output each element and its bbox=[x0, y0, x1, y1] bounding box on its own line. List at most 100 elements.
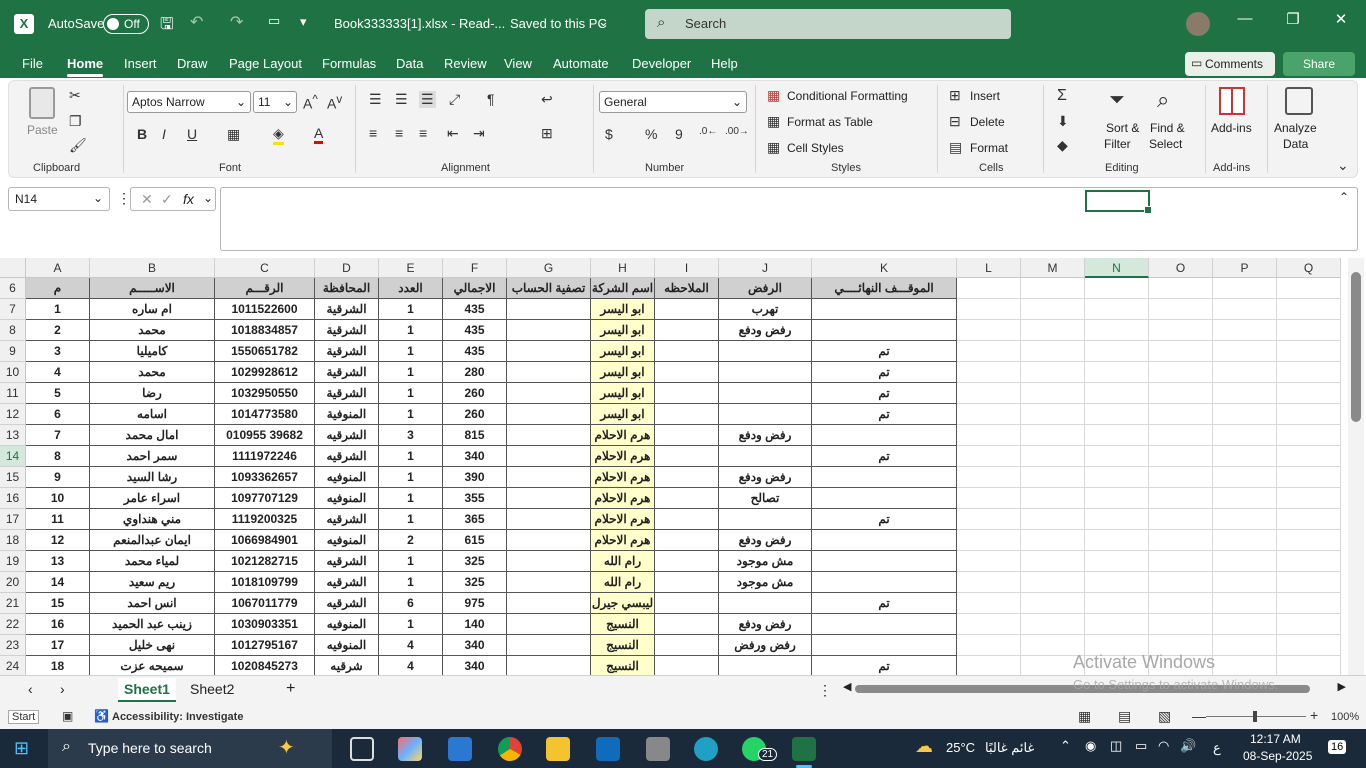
cell-H23[interactable]: النسيج bbox=[591, 635, 655, 656]
analyze-data-button[interactable]: Analyze bbox=[1274, 121, 1317, 135]
menu-page-layout[interactable]: Page Layout bbox=[229, 56, 302, 71]
cell-Q6[interactable] bbox=[1277, 278, 1341, 299]
cell-P16[interactable] bbox=[1213, 488, 1277, 509]
cell-E12[interactable]: 1 bbox=[379, 404, 443, 425]
cell-K24[interactable]: تم bbox=[812, 656, 957, 675]
cell-F12[interactable]: 260 bbox=[443, 404, 507, 425]
autosave-toggle[interactable]: Off bbox=[103, 14, 149, 34]
language-indicator[interactable]: ع bbox=[1213, 740, 1221, 756]
paste-label[interactable]: Paste bbox=[27, 123, 58, 137]
cell-K10[interactable]: تم bbox=[812, 362, 957, 383]
cell-E10[interactable]: 1 bbox=[379, 362, 443, 383]
cell-styles-button[interactable]: Cell Styles bbox=[787, 141, 844, 155]
cell-I16[interactable] bbox=[655, 488, 719, 509]
cell-O14[interactable] bbox=[1149, 446, 1213, 467]
cell-E22[interactable]: 1 bbox=[379, 614, 443, 635]
cell-M11[interactable] bbox=[1021, 383, 1085, 404]
cell-C17[interactable]: 1119200325 bbox=[215, 509, 315, 530]
find-select-button-2[interactable]: Select bbox=[1149, 137, 1182, 151]
cell-E16[interactable]: 1 bbox=[379, 488, 443, 509]
cell-O15[interactable] bbox=[1149, 467, 1213, 488]
menu-data[interactable]: Data bbox=[396, 56, 423, 71]
cell-M17[interactable] bbox=[1021, 509, 1085, 530]
cell-O18[interactable] bbox=[1149, 530, 1213, 551]
cell-N13[interactable] bbox=[1085, 425, 1149, 446]
search-box[interactable]: ⌕ Search bbox=[645, 9, 1011, 39]
cell-F8[interactable]: 435 bbox=[443, 320, 507, 341]
format-as-table-button[interactable]: Format as Table bbox=[787, 115, 873, 129]
cell-K11[interactable]: تم bbox=[812, 383, 957, 404]
page-break-view-icon[interactable]: ▧ bbox=[1158, 708, 1171, 725]
cell-N21[interactable] bbox=[1085, 593, 1149, 614]
cell-N9[interactable] bbox=[1085, 341, 1149, 362]
row-header-15[interactable]: 15 bbox=[0, 467, 26, 488]
rtl-icon[interactable]: ¶ bbox=[487, 91, 495, 107]
cell-H20[interactable]: رام الله bbox=[591, 572, 655, 593]
network-icon[interactable]: ▭ bbox=[1135, 738, 1147, 754]
cell-P22[interactable] bbox=[1213, 614, 1277, 635]
cell-K19[interactable] bbox=[812, 551, 957, 572]
cell-C19[interactable]: 1021282715 bbox=[215, 551, 315, 572]
redo-icon[interactable]: ↷ bbox=[230, 12, 243, 32]
cell-E21[interactable]: 6 bbox=[379, 593, 443, 614]
cell-G20[interactable] bbox=[507, 572, 591, 593]
file-explorer-icon[interactable] bbox=[546, 737, 570, 761]
cell-C7[interactable]: 1011522600 bbox=[215, 299, 315, 320]
excel-taskbar-icon[interactable] bbox=[792, 737, 816, 761]
cell-J14[interactable] bbox=[719, 446, 812, 467]
cell-H22[interactable]: النسيج bbox=[591, 614, 655, 635]
selected-cell-N14[interactable] bbox=[1085, 190, 1152, 214]
cell-K7[interactable] bbox=[812, 299, 957, 320]
delete-cells-button[interactable]: Delete bbox=[970, 115, 1005, 129]
column-header-C[interactable]: C bbox=[215, 258, 315, 278]
column-header-O[interactable]: O bbox=[1149, 258, 1213, 278]
cell-A17[interactable]: 11 bbox=[26, 509, 90, 530]
align-center-icon[interactable]: ≡ bbox=[395, 125, 403, 141]
align-bottom-icon[interactable]: ☰ bbox=[419, 91, 436, 108]
cell-G19[interactable] bbox=[507, 551, 591, 572]
cell-E11[interactable]: 1 bbox=[379, 383, 443, 404]
saved-status[interactable]: Saved to this PC bbox=[510, 16, 607, 31]
wrap-text-icon[interactable]: ↩ bbox=[541, 91, 553, 108]
cell-I10[interactable] bbox=[655, 362, 719, 383]
cell-D18[interactable]: المنوفيه bbox=[315, 530, 379, 551]
cell-C18[interactable]: 1066984901 bbox=[215, 530, 315, 551]
clock-time[interactable]: 12:17 AM bbox=[1250, 732, 1301, 746]
cell-G8[interactable] bbox=[507, 320, 591, 341]
column-header-E[interactable]: E bbox=[379, 258, 443, 278]
cell-F19[interactable]: 325 bbox=[443, 551, 507, 572]
cell-E19[interactable]: 1 bbox=[379, 551, 443, 572]
cell-M16[interactable] bbox=[1021, 488, 1085, 509]
cell-J7[interactable]: تهرب bbox=[719, 299, 812, 320]
close-icon[interactable]: ✕ bbox=[1326, 10, 1356, 28]
cell-M22[interactable] bbox=[1021, 614, 1085, 635]
cell-J22[interactable]: رفض ودفع bbox=[719, 614, 812, 635]
cell-N15[interactable] bbox=[1085, 467, 1149, 488]
decrease-font-icon[interactable]: Av bbox=[327, 93, 342, 112]
menu-draw[interactable]: Draw bbox=[177, 56, 207, 71]
cell-L20[interactable] bbox=[957, 572, 1021, 593]
cell-G22[interactable] bbox=[507, 614, 591, 635]
sheet-tab-2[interactable]: Sheet2 bbox=[184, 678, 240, 700]
sort-filter-button-2[interactable]: Filter bbox=[1104, 137, 1131, 151]
cell-L13[interactable] bbox=[957, 425, 1021, 446]
cell-A19[interactable]: 13 bbox=[26, 551, 90, 572]
cell-F22[interactable]: 140 bbox=[443, 614, 507, 635]
column-header-Q[interactable]: Q bbox=[1277, 258, 1341, 278]
cell-A21[interactable]: 15 bbox=[26, 593, 90, 614]
cell-Q22[interactable] bbox=[1277, 614, 1341, 635]
cell-J8[interactable]: رفض ودفع bbox=[719, 320, 812, 341]
menu-developer[interactable]: Developer bbox=[632, 56, 691, 71]
menu-file[interactable]: File bbox=[22, 56, 43, 71]
prev-sheet-icon[interactable]: ‹ bbox=[28, 681, 33, 697]
cell-P19[interactable] bbox=[1213, 551, 1277, 572]
comma-icon[interactable]: 9 bbox=[675, 126, 683, 142]
cell-E23[interactable]: 4 bbox=[379, 635, 443, 656]
percent-icon[interactable]: % bbox=[645, 126, 657, 142]
cell-O20[interactable] bbox=[1149, 572, 1213, 593]
cell-B12[interactable]: اسامه bbox=[90, 404, 215, 425]
cell-A22[interactable]: 16 bbox=[26, 614, 90, 635]
cell-O7[interactable] bbox=[1149, 299, 1213, 320]
cell-A10[interactable]: 4 bbox=[26, 362, 90, 383]
cell-A13[interactable]: 7 bbox=[26, 425, 90, 446]
